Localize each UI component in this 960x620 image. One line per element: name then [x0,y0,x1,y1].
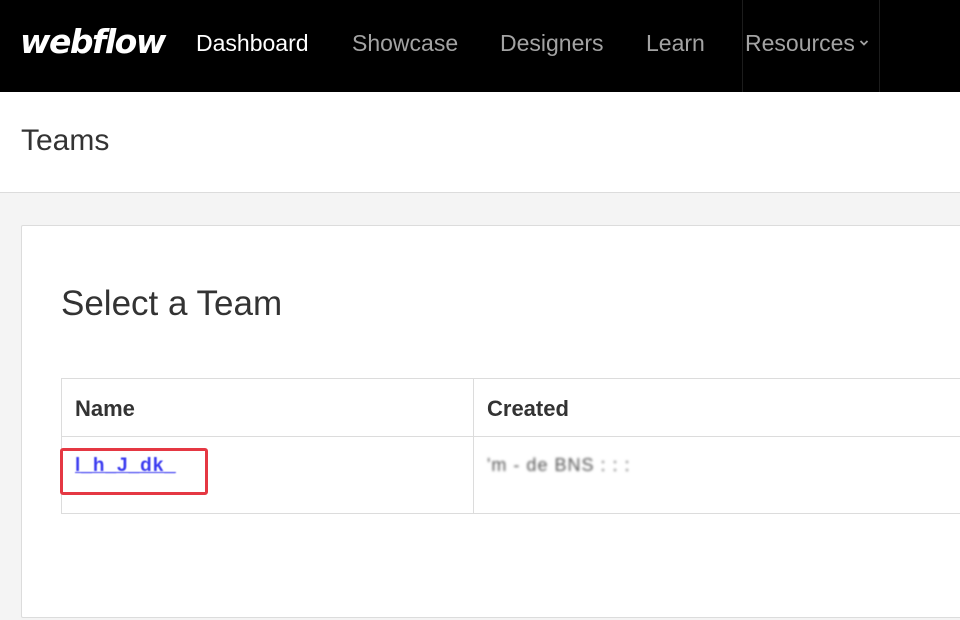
nav-resources-label: Resources [745,30,855,56]
team-created-value: 'm - de BNS : : : [487,455,631,475]
teams-card: Select a Team Name Created l_h_J_dk_ 'm … [21,225,960,618]
page-header: Teams [0,92,960,193]
card-title: Select a Team [61,284,283,323]
nav-showcase[interactable]: Showcase [352,29,458,57]
table-header-row: Name Created [61,378,960,437]
team-name-link[interactable]: l_h_J_dk_ [75,455,176,476]
team-name-cell: l_h_J_dk_ [60,436,474,514]
table-row: l_h_J_dk_ 'm - de BNS : : : [60,436,960,514]
team-created-cell: 'm - de BNS : : : [473,436,960,514]
nav-divider [879,0,880,92]
top-navigation: webflow Dashboard Showcase Designers Lea… [0,0,960,92]
page-title: Teams [21,124,110,157]
column-header-name: Name [61,378,474,437]
nav-resources[interactable]: Resources [745,29,869,57]
nav-dashboard[interactable]: Dashboard [196,29,309,57]
nav-divider [742,0,743,92]
nav-learn[interactable]: Learn [646,29,705,57]
chevron-down-icon [859,40,869,46]
nav-designers[interactable]: Designers [500,29,604,57]
teams-table: Name Created l_h_J_dk_ 'm - de BNS : : : [60,378,960,514]
column-header-created: Created [473,378,960,437]
webflow-logo[interactable]: webflow [20,22,166,62]
